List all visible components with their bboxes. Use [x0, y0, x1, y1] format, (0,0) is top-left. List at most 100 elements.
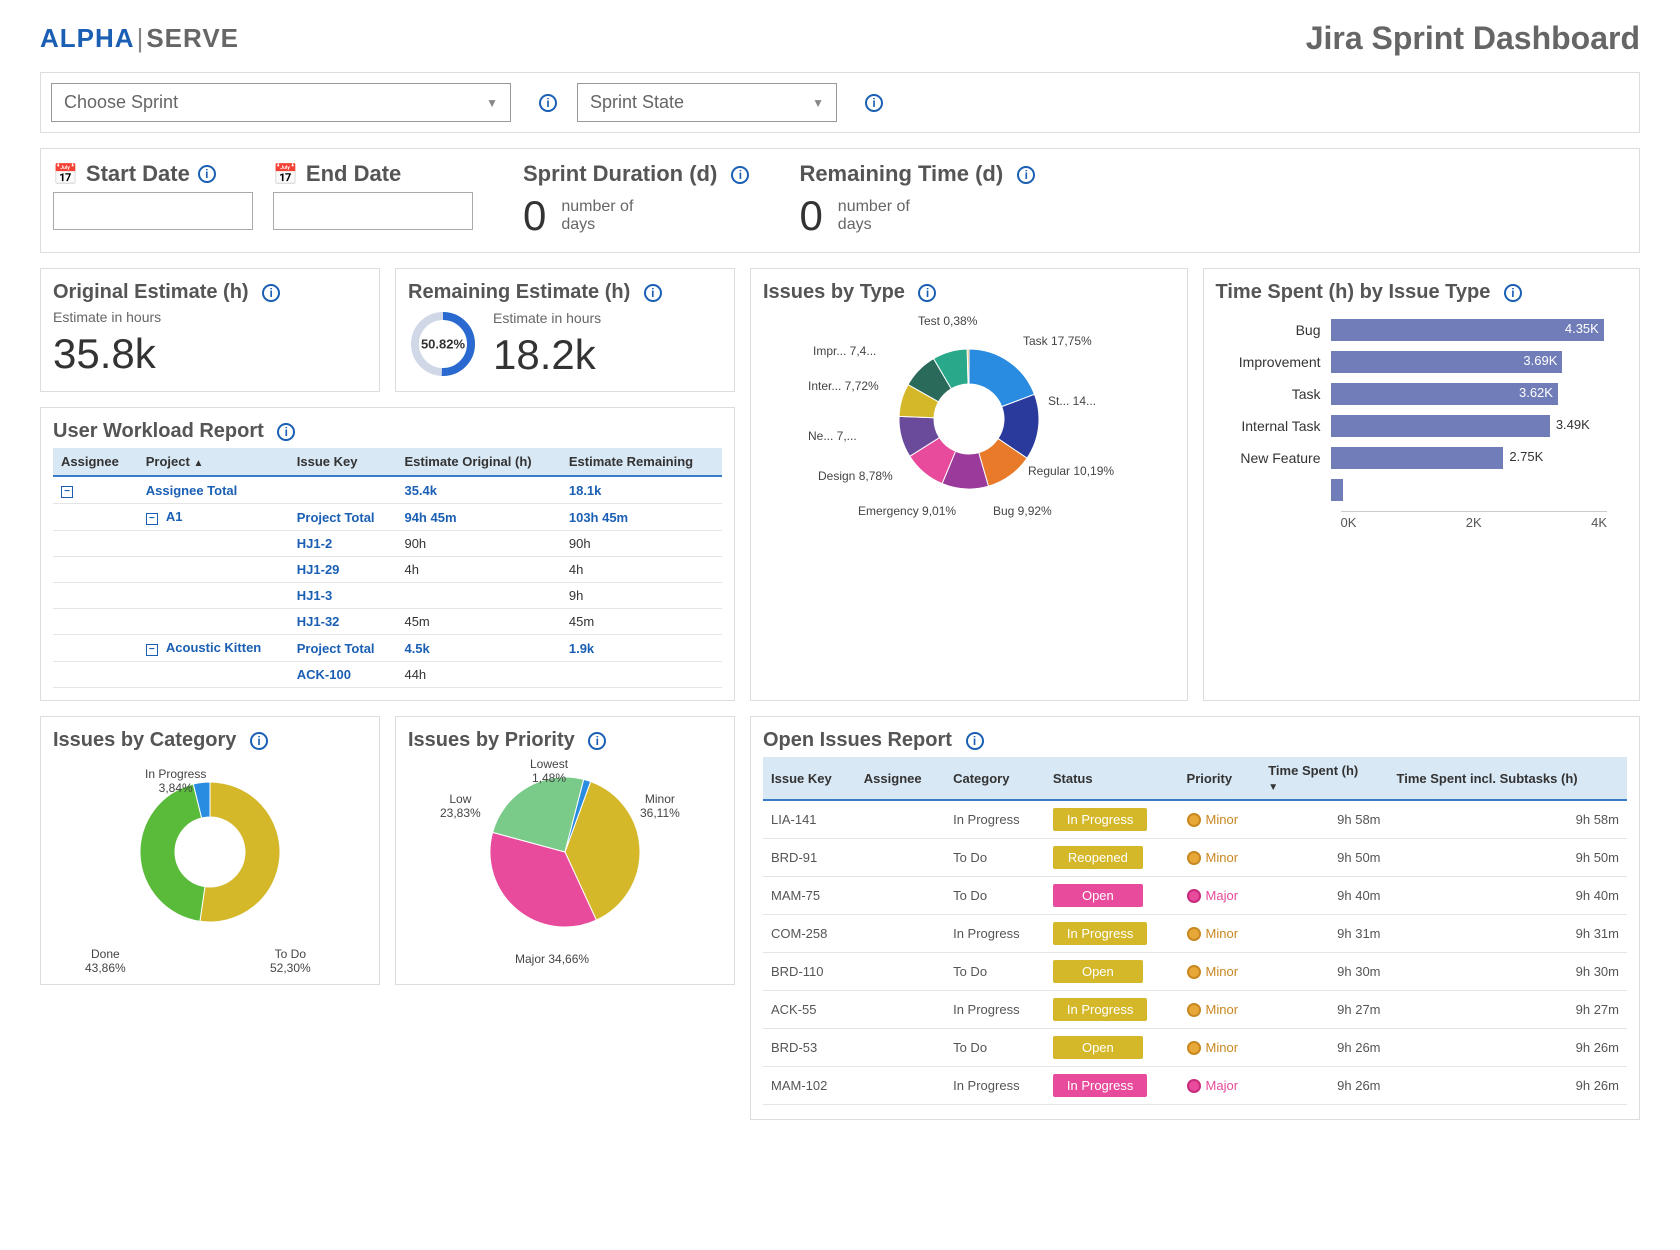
time-spent-chart: Bug 4.35KImprovement 3.69KTask 3.62KInte… [1216, 309, 1628, 530]
sprint-duration-title: Sprint Duration (d) i [523, 161, 749, 187]
category-cell: In Progress [945, 1067, 1045, 1105]
collapse-icon[interactable]: − [146, 513, 158, 525]
table-row[interactable]: LIA-141 In Progress In Progress Minor 9h… [763, 800, 1627, 839]
info-icon[interactable]: i [539, 94, 557, 112]
table-row[interactable]: BRD-53 To Do Open Minor 9h 26m 9h 26m [763, 1029, 1627, 1067]
table-row[interactable]: MAM-75 To Do Open Major 9h 40m 9h 40m [763, 877, 1627, 915]
sprint-state-dropdown[interactable]: Sprint State ▼ [577, 83, 837, 122]
chart-label: Impr... 7,4... [813, 344, 876, 358]
table-header[interactable]: Project ▲ [138, 448, 289, 476]
time-spent-cell: 9h 30m [1260, 953, 1388, 991]
sprint-duration-value: 0 [523, 192, 546, 240]
assignee-total-row: −Assignee Total35.4k18.1k [53, 476, 722, 504]
chart-label: Ne... 7,... [808, 429, 857, 443]
card-subtitle: Estimate in hours [53, 309, 367, 325]
card-title: Open Issues Report i [763, 729, 1627, 752]
info-icon[interactable]: i [731, 166, 749, 184]
workload-report-card: User Workload Report i AssigneeProject ▲… [40, 407, 735, 701]
table-header[interactable]: Estimate Original (h) [396, 448, 560, 476]
issue-key[interactable]: HJ1-32 [289, 609, 397, 635]
issue-key-cell: BRD-110 [763, 953, 856, 991]
info-icon[interactable]: i [918, 284, 936, 302]
bar-row: Bug 4.35K [1216, 319, 1608, 341]
table-row[interactable]: ACK-55 In Progress In Progress Minor 9h … [763, 991, 1627, 1029]
priority-dot-icon [1187, 813, 1201, 827]
time-spent-sub-cell: 9h 58m [1389, 800, 1627, 839]
table-header[interactable]: Assignee [856, 757, 945, 800]
logo: ALPHA|SERVE [40, 23, 239, 54]
table-header[interactable]: Assignee [53, 448, 138, 476]
info-icon[interactable]: i [865, 94, 883, 112]
table-header[interactable]: Category [945, 757, 1045, 800]
time-spent-cell: 9h 40m [1260, 877, 1388, 915]
status-badge: Open [1053, 884, 1143, 907]
table-row[interactable]: BRD-110 To Do Open Minor 9h 30m 9h 30m [763, 953, 1627, 991]
info-icon[interactable]: i [1504, 284, 1522, 302]
chart-label: Regular 10,19% [1028, 464, 1114, 478]
card-title: Original Estimate (h) i [53, 281, 367, 304]
table-header[interactable]: Issue Key [763, 757, 856, 800]
table-header[interactable]: Priority [1179, 757, 1261, 800]
remaining-time-title: Remaining Time (d) i [799, 161, 1035, 187]
table-row[interactable]: MAM-102 In Progress In Progress Major 9h… [763, 1067, 1627, 1105]
end-date-input[interactable] [273, 192, 473, 230]
table-row[interactable]: COM-258 In Progress In Progress Minor 9h… [763, 915, 1627, 953]
start-date-input[interactable] [53, 192, 253, 230]
issue-key-cell: BRD-53 [763, 1029, 856, 1067]
issue-key-cell: LIA-141 [763, 800, 856, 839]
project-name[interactable]: − Acoustic Kitten [138, 635, 289, 662]
table-row[interactable]: ACK-56 To Do Open Minor 9h 16m 9h 16m [763, 1105, 1627, 1108]
collapse-icon[interactable]: − [61, 486, 73, 498]
priority-dot-icon [1187, 927, 1201, 941]
status-cell: Open [1045, 1105, 1179, 1108]
issues-by-type-card: Issues by Type i Task 17,75%St... 14...R… [750, 268, 1188, 701]
status-badge: In Progress [1053, 922, 1147, 945]
info-icon[interactable]: i [966, 732, 984, 750]
time-spent-card: Time Spent (h) by Issue Type i Bug 4.35K… [1203, 268, 1641, 701]
table-header[interactable]: Status [1045, 757, 1179, 800]
bar-row: Task 3.62K [1216, 383, 1608, 405]
issue-key[interactable]: HJ1-2 [289, 531, 397, 557]
project-name[interactable]: − A1 [138, 504, 289, 531]
table-header[interactable]: Time Spent (h)▼ [1260, 757, 1388, 800]
time-spent-sub-cell: 9h 31m [1389, 915, 1627, 953]
assignee-cell [856, 915, 945, 953]
issue-key[interactable]: HJ1-3 [289, 583, 397, 609]
chart-label: Design 8,78% [818, 469, 893, 483]
issues-by-category-card: Issues by Category i In Progress 3,84%To… [40, 716, 380, 985]
chevron-down-icon: ▼ [486, 96, 498, 110]
info-icon[interactable]: i [198, 165, 216, 183]
issue-row: HJ1-294h4h [53, 557, 722, 583]
issue-key[interactable]: HJ1-29 [289, 557, 397, 583]
collapse-icon[interactable]: − [146, 644, 158, 656]
table-header[interactable]: Issue Key [289, 448, 397, 476]
issue-row: HJ1-3245m45m [53, 609, 722, 635]
info-icon[interactable]: i [588, 732, 606, 750]
table-header[interactable]: Time Spent incl. Subtasks (h) [1389, 757, 1627, 800]
info-icon[interactable]: i [644, 284, 662, 302]
info-icon[interactable]: i [1017, 166, 1035, 184]
bar-label: Improvement [1216, 354, 1331, 370]
category-cell: To Do [945, 1029, 1045, 1067]
priority-dot-icon [1187, 1041, 1201, 1055]
time-spent-cell: 9h 27m [1260, 991, 1388, 1029]
open-issues-table: Issue KeyAssigneeCategoryStatusPriorityT… [763, 757, 1627, 1107]
bar-row: New Feature 2.75K [1216, 447, 1608, 469]
table-header[interactable]: Estimate Remaining [561, 448, 722, 476]
original-estimate-card: Original Estimate (h) i Estimate in hour… [40, 268, 380, 392]
issue-key-cell: BRD-91 [763, 839, 856, 877]
remaining-pct-label: 50.82% [421, 337, 465, 352]
table-row[interactable]: BRD-91 To Do Reopened Minor 9h 50m 9h 50… [763, 839, 1627, 877]
choose-sprint-dropdown[interactable]: Choose Sprint ▼ [51, 83, 511, 122]
issue-key[interactable]: ACK-100 [289, 662, 397, 688]
chart-label: Minor 36,11% [640, 792, 680, 820]
category-cell: In Progress [945, 991, 1045, 1029]
info-icon[interactable]: i [277, 423, 295, 441]
bar-value: 2.75K [1503, 449, 1543, 464]
time-spent-cell: 9h 58m [1260, 800, 1388, 839]
chart-label: Done 43,86% [85, 947, 126, 975]
info-icon[interactable]: i [262, 284, 280, 302]
chart-label: Bug 9,92% [993, 504, 1052, 518]
info-icon[interactable]: i [250, 732, 268, 750]
bar-row: Internal Task 3.49K [1216, 415, 1608, 437]
